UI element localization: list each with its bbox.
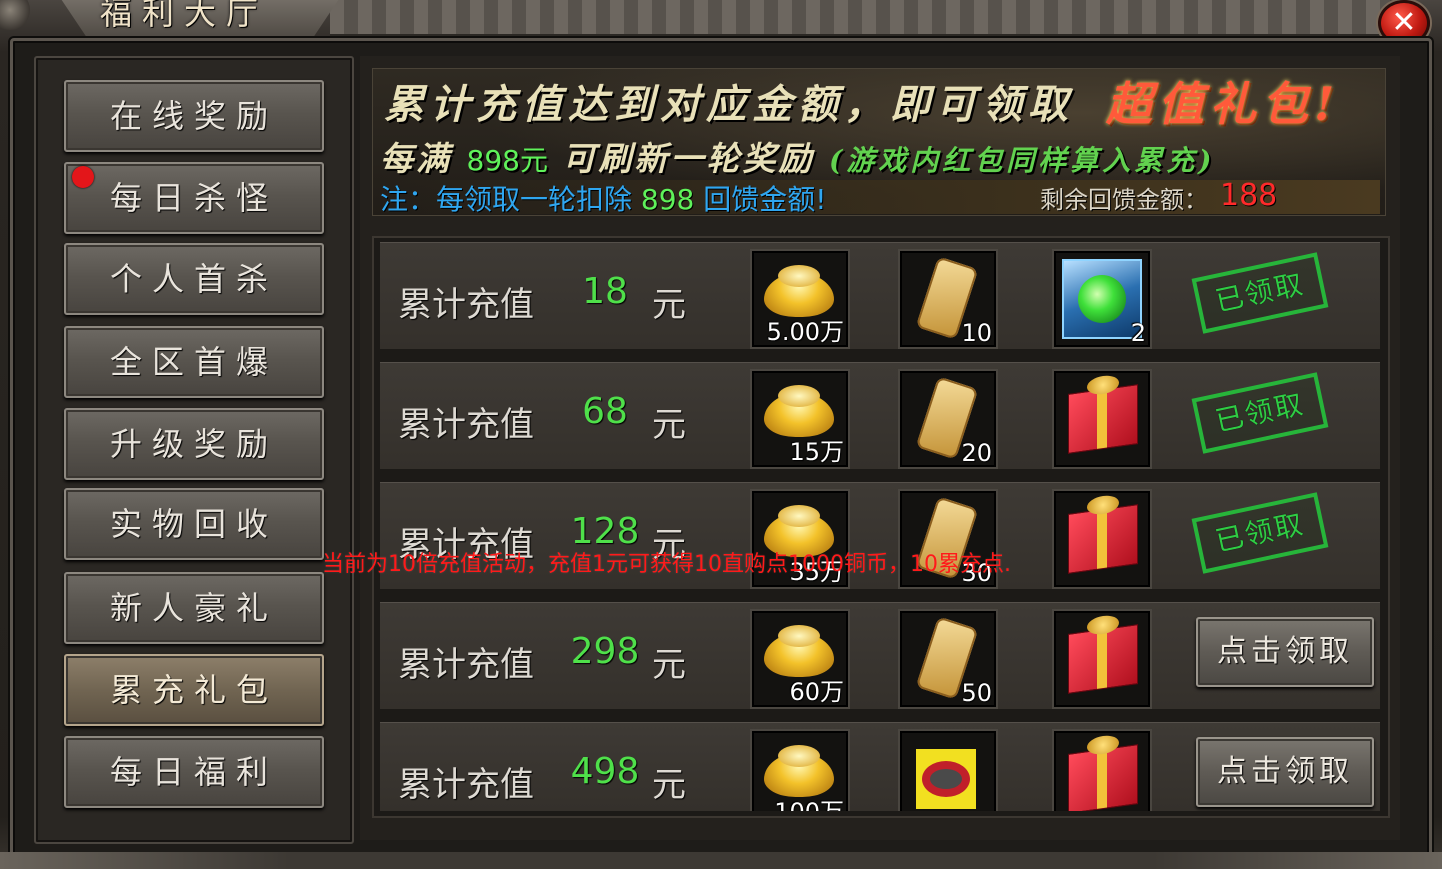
reward-qty: 50 — [961, 679, 992, 707]
reward-qty: 100万 — [774, 792, 844, 811]
reward-qty: 20 — [961, 439, 992, 467]
note-suffix: 回馈金额! — [703, 183, 827, 216]
sidebar-item-4[interactable]: 升级奖励 — [64, 408, 324, 480]
gold-ingot-icon — [764, 385, 834, 437]
claimed-stamp: 已领取 — [1191, 252, 1329, 334]
row-amount: 498 — [570, 751, 640, 792]
reward-row: 累计充值 498 元 100万 点击领取 — [380, 722, 1380, 811]
banner-line2: 每满 898元 可刷新一轮奖励 (游戏内红包同样算入累充) — [380, 132, 1215, 180]
sidebar-item-1[interactable]: 每日杀怪 — [64, 162, 324, 234]
remain-value: 188 — [1220, 178, 1278, 213]
row-label: 累计充值 — [398, 645, 534, 685]
reward-slot[interactable]: 5.00万 — [750, 249, 850, 349]
gift-box-icon — [1068, 744, 1138, 811]
top-decor-strip — [330, 0, 1390, 36]
gift-box-icon — [1068, 504, 1138, 574]
banner-line2-amount: 898元 — [466, 144, 548, 177]
sidebar-item-3[interactable]: 全区首爆 — [64, 326, 324, 398]
reward-slot[interactable]: 100万 — [750, 729, 850, 811]
reward-slot[interactable]: 50 — [898, 609, 998, 709]
reward-slot[interactable] — [898, 729, 998, 811]
gift-box-icon — [1068, 624, 1138, 694]
row-label: 累计充值 — [398, 285, 534, 325]
toast-message: 当前为10倍充值活动，充值1元可获得10直购点1000铜币，10累充点. — [322, 552, 1011, 577]
reward-slot[interactable] — [1052, 369, 1152, 469]
reward-slot[interactable]: 20 — [898, 369, 998, 469]
reward-qty: 60万 — [789, 678, 844, 706]
notice-dot-icon — [72, 166, 94, 188]
reward-qty: 10 — [961, 319, 992, 347]
note-prefix: 注：每领取一轮扣除 — [380, 183, 633, 216]
remain-label: 剩余回馈金额： — [1040, 186, 1208, 214]
banner-line2-prefix: 每满 — [380, 139, 452, 178]
reward-qty: 15万 — [789, 438, 844, 466]
row-label: 累计充值 — [398, 405, 534, 445]
reward-row: 累计充值 298 元 60万 50 点击领取 — [380, 602, 1380, 709]
reward-slot[interactable]: 60万 — [750, 609, 850, 709]
ring-icon — [916, 749, 976, 809]
sidebar-item-6[interactable]: 新人豪礼 — [64, 572, 324, 644]
reward-qty: 2 — [1130, 319, 1146, 347]
note-text: 注：每领取一轮扣除 898 回馈金额! — [380, 178, 827, 218]
row-unit: 元 — [652, 405, 686, 445]
claim-button[interactable]: 点击领取 — [1196, 617, 1374, 687]
row-amount: 68 — [582, 391, 628, 432]
gold-ingot-icon — [764, 625, 834, 677]
claim-button[interactable]: 点击领取 — [1196, 737, 1374, 807]
reward-slot[interactable]: 15万 — [750, 369, 850, 469]
row-label: 累计充值 — [398, 765, 534, 805]
row-unit: 元 — [652, 645, 686, 685]
banner-line1: 累计充值达到对应金额，即可领取 — [384, 81, 1074, 128]
banner-line2-sub: (游戏内红包同样算入累充) — [828, 144, 1216, 177]
reward-row: 累计充值 18 元 5.00万 10 2 已领取 — [380, 242, 1380, 349]
banner-line2-text: 可刷新一轮奖励 — [562, 139, 815, 178]
window-title: 福利大厅 — [100, 0, 269, 32]
row-unit: 元 — [652, 285, 686, 325]
gold-ingot-icon — [764, 745, 834, 797]
sidebar-item-7[interactable]: 累充礼包 — [64, 654, 324, 726]
reward-slot[interactable]: 10 — [898, 249, 998, 349]
sidebar-item-0[interactable]: 在线奖励 — [64, 80, 324, 152]
sidebar-item-5[interactable]: 实物回收 — [64, 488, 324, 560]
banner-highlight: 超值礼包! — [1106, 77, 1341, 131]
reward-slot[interactable]: 2 — [1052, 249, 1152, 349]
reward-slot[interactable] — [1052, 729, 1152, 811]
reward-row: 累计充值 68 元 15万 20 已领取 — [380, 362, 1380, 469]
claimed-stamp: 已领取 — [1191, 372, 1329, 454]
reward-slot[interactable] — [1052, 609, 1152, 709]
row-amount: 18 — [582, 271, 628, 312]
claimed-stamp: 已领取 — [1191, 492, 1329, 574]
sidebar-item-8[interactable]: 每日福利 — [64, 736, 324, 808]
row-unit: 元 — [652, 765, 686, 805]
bottom-decor — [0, 852, 1442, 869]
gold-ingot-icon — [764, 265, 834, 317]
sidebar-item-2[interactable]: 个人首杀 — [64, 243, 324, 315]
gift-box-icon — [1068, 384, 1138, 454]
row-amount: 298 — [570, 631, 640, 672]
reward-slot[interactable] — [1052, 489, 1152, 589]
note-amount: 898 — [640, 183, 695, 216]
reward-qty: 5.00万 — [766, 318, 844, 346]
